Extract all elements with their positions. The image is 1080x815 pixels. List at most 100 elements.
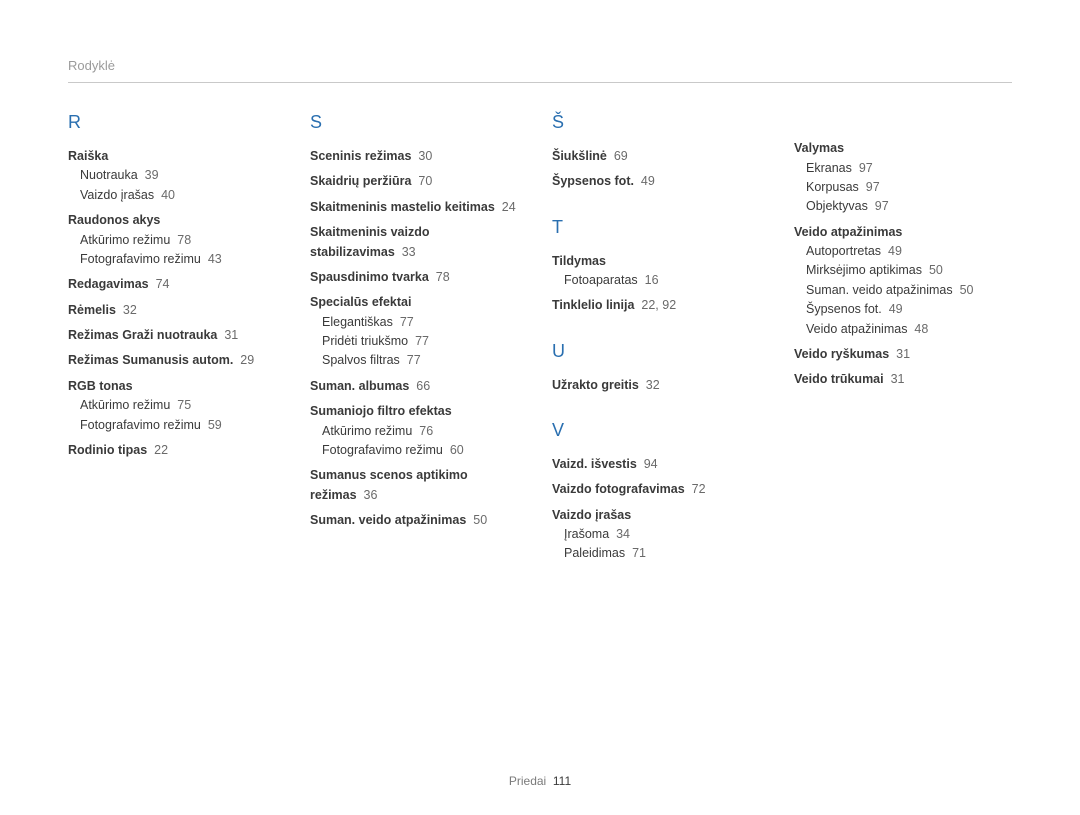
page-footer: Priedai 111 [0,772,1080,791]
index-subentry[interactable]: Fotografavimo režimu 60 [310,441,528,460]
index-entry: Specialūs efektaiElegantiškas 77Pridėti … [310,293,528,371]
index-subentry[interactable]: Spalvos filtras 77 [310,351,528,370]
index-entry-head[interactable]: RGB tonas [68,377,286,396]
footer-page-number: 111 [553,774,571,788]
index-column: S Sceninis režimas 30 Skaidrių peržiūra 70… [310,101,528,570]
index-entry-head-text: Raiška [68,149,108,163]
index-entry-head[interactable]: Tinklelio linija 22, 92 [552,296,770,315]
index-entry: Tinklelio linija 22, 92 [552,296,770,315]
index-entry-head-text: Suman. veido atpažinimas [310,513,466,527]
index-columns: RRaiškaNuotrauka 39Vaizdo įrašas 40Raudo… [68,101,1012,570]
index-entry-head[interactable]: Režimas Graži nuotrauka 31 [68,326,286,345]
index-subentry[interactable]: Veido atpažinimas 48 [794,320,1012,339]
index-entry-head[interactable]: Suman. albumas 66 [310,377,528,396]
index-subentry-label: Atkūrimo režimu [80,233,170,247]
index-entry-head[interactable]: Valymas [794,139,1012,158]
index-entry-head-text: Veido trūkumai [794,372,884,386]
index-entry-head[interactable]: Šypsenos fot. 49 [552,172,770,191]
index-subentry[interactable]: Objektyvas 97 [794,197,1012,216]
index-subentry-page: 39 [145,168,159,182]
index-subentry[interactable]: Korpusas 97 [794,178,1012,197]
index-subentry[interactable]: Paleidimas 71 [552,544,770,563]
index-subentry-label: Atkūrimo režimu [322,424,412,438]
index-subentry-label: Veido atpažinimas [806,322,907,336]
index-entry: Vaizdo įrašasĮrašoma 34Paleidimas 71 [552,506,770,564]
index-subentry[interactable]: Elegantiškas 77 [310,313,528,332]
index-entry-head[interactable]: Raiška [68,147,286,166]
index-subentry-page: 97 [875,199,889,213]
index-subentry[interactable]: Suman. veido atpažinimas 50 [794,281,1012,300]
index-letter: V [552,417,770,445]
index-subentry[interactable]: Atkūrimo režimu 75 [68,396,286,415]
index-entry-head[interactable]: Sceninis režimas 30 [310,147,528,166]
index-subentry[interactable]: Fotoaparatas 16 [552,271,770,290]
index-entry-head[interactable]: Sumaniojo filtro efektas [310,402,528,421]
index-entry-head[interactable]: Raudonos akys [68,211,286,230]
index-entry-head[interactable]: Rėmelis 32 [68,301,286,320]
index-subentry-label: Fotoaparatas [564,273,638,287]
index-column: ŠŠiukšlinė 69Šypsenos fot. 49TTildymasFo… [552,101,770,570]
index-entry-head[interactable]: Režimas Sumanusis autom. 29 [68,351,286,370]
index-entry-head[interactable]: Specialūs efektai [310,293,528,312]
index-subentry[interactable]: Atkūrimo režimu 76 [310,422,528,441]
index-entry-head[interactable]: Vaizdo fotografavimas 72 [552,480,770,499]
index-letter: S [310,109,528,137]
index-entry-head[interactable]: Veido trūkumai 31 [794,370,1012,389]
index-letter: U [552,338,770,366]
index-column: RRaiškaNuotrauka 39Vaizdo įrašas 40Raudo… [68,101,286,570]
index-subentry-page: 97 [866,180,880,194]
index-entry: Skaitmeninis mastelio keitimas 24 [310,198,528,217]
index-entry: Redagavimas 74 [68,275,286,294]
index-subentry-label: Fotografavimo režimu [80,252,201,266]
index-entry-head[interactable]: Sumanus scenos aptikimo režimas 36 [310,466,528,505]
index-entry-page: 31 [224,328,238,342]
footer-label: Priedai [509,774,546,788]
index-entry-head[interactable]: Skaitmeninis mastelio keitimas 24 [310,198,528,217]
index-subentry[interactable]: Atkūrimo režimu 78 [68,231,286,250]
index-subentry[interactable]: Šypsenos fot. 49 [794,300,1012,319]
index-entry-head[interactable]: Vaizd. išvestis 94 [552,455,770,474]
index-subentry[interactable]: Ekranas 97 [794,159,1012,178]
index-entry-head[interactable]: Spausdinimo tvarka 78 [310,268,528,287]
index-entry-head-text: Rodinio tipas [68,443,147,457]
index-subentry-page: 71 [632,546,646,560]
index-subentry-label: Objektyvas [806,199,868,213]
index-entry: Šiukšlinė 69 [552,147,770,166]
index-entry-head-text: Vaizdo fotografavimas [552,482,685,496]
index-subentry-page: 77 [415,334,429,348]
index-entry-head[interactable]: Skaidrių peržiūra 70 [310,172,528,191]
index-subentry[interactable]: Fotografavimo režimu 43 [68,250,286,269]
index-entry-head[interactable]: Šiukšlinė 69 [552,147,770,166]
index-entry-head-text: Sceninis režimas [310,149,411,163]
index-entry-head[interactable]: Vaizdo įrašas [552,506,770,525]
index-entry-page: 31 [891,372,905,386]
index-subentry-label: Atkūrimo režimu [80,398,170,412]
index-subentry[interactable]: Autoportretas 49 [794,242,1012,261]
index-entry: RGB tonasAtkūrimo režimu 75Fotografavimo… [68,377,286,435]
index-entry: Sceninis režimas 30 [310,147,528,166]
index-entry-page: 32 [123,303,137,317]
index-entry-head[interactable]: Veido ryškumas 31 [794,345,1012,364]
index-subentry[interactable]: Pridėti triukšmo 77 [310,332,528,351]
index-subentry-page: 75 [177,398,191,412]
index-entry-head-text: Užrakto greitis [552,378,639,392]
index-entry-head[interactable]: Tildymas [552,252,770,271]
index-entry-head-text: Skaidrių peržiūra [310,174,411,188]
index-entry-head[interactable]: Redagavimas 74 [68,275,286,294]
index-entry-page: 94 [644,457,658,471]
index-entry: Spausdinimo tvarka 78 [310,268,528,287]
index-entry-head-text: RGB tonas [68,379,133,393]
index-entry-head[interactable]: Suman. veido atpažinimas 50 [310,511,528,530]
index-entry-head[interactable]: Veido atpažinimas [794,223,1012,242]
index-entry-head[interactable]: Skaitmeninis vaizdo stabilizavimas 33 [310,223,528,262]
index-subentry[interactable]: Fotografavimo režimu 59 [68,416,286,435]
index-subentry[interactable]: Nuotrauka 39 [68,166,286,185]
index-entry-page: 74 [156,277,170,291]
index-entry-head[interactable]: Užrakto greitis 32 [552,376,770,395]
index-subentry[interactable]: Įrašoma 34 [552,525,770,544]
index-entry-head[interactable]: Rodinio tipas 22 [68,441,286,460]
index-subentry[interactable]: Vaizdo įrašas 40 [68,186,286,205]
index-subentry[interactable]: Mirksėjimo aptikimas 50 [794,261,1012,280]
index-subentry-page: 77 [407,353,421,367]
index-entry-head-text: Vaizd. išvestis [552,457,637,471]
